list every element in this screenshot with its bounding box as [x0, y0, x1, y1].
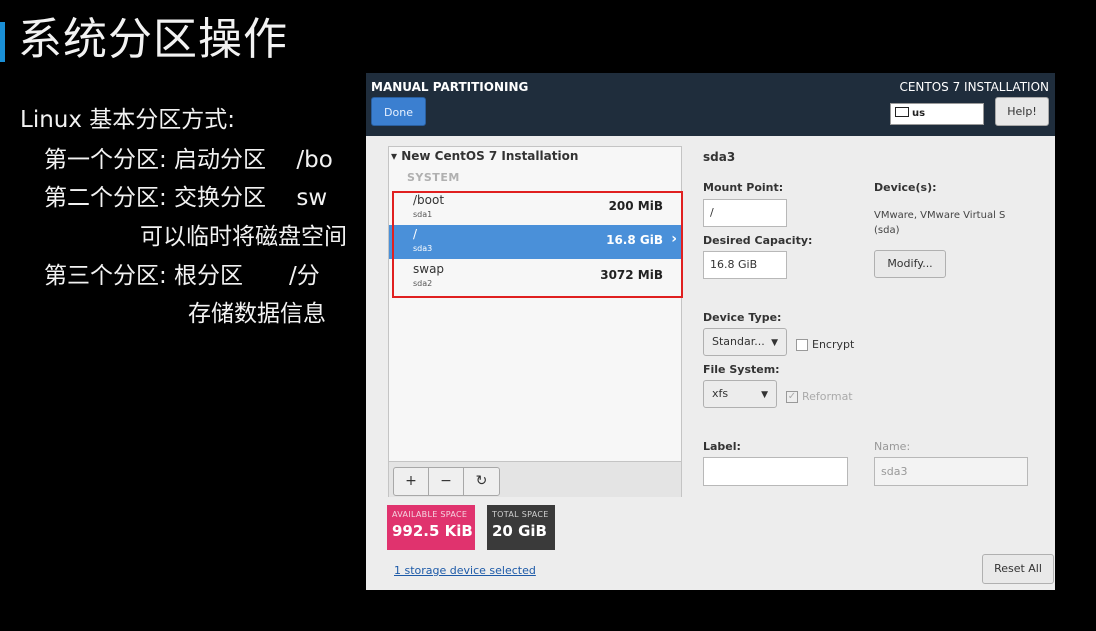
mount-point-label: Mount Point:	[703, 181, 784, 194]
total-space-value: 20 GiB	[492, 522, 547, 540]
slide-bullet-4: 可以临时将磁盘空间	[140, 224, 347, 250]
slide-title: 系统分区操作	[18, 14, 288, 65]
expander-triangle-icon: ▾	[391, 149, 402, 163]
remove-partition-button[interactable]: −	[429, 468, 464, 495]
available-space-value: 992.5 KiB	[392, 522, 473, 540]
available-space-badge: AVAILABLE SPACE 992.5 KiB	[387, 505, 475, 550]
partitions-panel: ▾ New CentOS 7 Installation SYSTEM /boot…	[388, 146, 683, 497]
product-title: CENTOS 7 INSTALLATION	[899, 80, 1049, 94]
slide-bullet-1: Linux 基本分区方式:	[20, 107, 236, 133]
done-button[interactable]: Done	[371, 97, 426, 126]
modify-button[interactable]: Modify...	[874, 250, 946, 278]
device-type-value: Standar...	[712, 335, 765, 348]
keyboard-icon	[895, 107, 909, 117]
help-button[interactable]: Help!	[995, 97, 1049, 126]
highlight-box	[392, 191, 683, 298]
desired-capacity-input[interactable]: 16.8 GiB	[703, 251, 787, 279]
reformat-label: Reformat	[802, 390, 853, 403]
label-input[interactable]	[703, 457, 848, 486]
mount-point-input[interactable]: /	[703, 199, 787, 227]
reset-all-button[interactable]: Reset All	[982, 554, 1054, 584]
screen-title: MANUAL PARTITIONING	[371, 80, 529, 94]
storage-device-link[interactable]: 1 storage device selected	[394, 564, 536, 577]
slide-bullet-6: 存储数据信息	[188, 301, 326, 327]
device-type-label: Device Type:	[703, 311, 782, 324]
slide-bullet-5: 第三个分区: 根分区 /分	[44, 263, 320, 289]
available-space-label: AVAILABLE SPACE	[392, 510, 468, 519]
file-system-select[interactable]: xfs ▼	[703, 380, 777, 408]
slide-bullet-2: 第一个分区: 启动分区 /bo	[44, 147, 333, 173]
file-system-value: xfs	[712, 387, 729, 400]
partition-toolbar: + − ↻	[389, 461, 681, 497]
name-input[interactable]: sda3	[874, 457, 1028, 486]
encrypt-label: Encrypt	[812, 338, 855, 351]
keyboard-layout-indicator[interactable]: us	[890, 103, 984, 125]
system-section-label: SYSTEM	[407, 171, 460, 184]
reformat-checkbox[interactable]: ✓	[786, 391, 798, 403]
name-field-label: Name:	[874, 440, 911, 453]
dropdown-arrow-icon: ▼	[771, 338, 778, 348]
total-space-label: TOTAL SPACE	[492, 510, 549, 519]
file-system-label: File System:	[703, 363, 780, 376]
window-header: MANUAL PARTITIONING Done CENTOS 7 INSTAL…	[366, 73, 1055, 136]
installation-expander[interactable]: ▾ New CentOS 7 Installation	[391, 149, 578, 163]
partition-details-title: sda3	[703, 150, 736, 164]
device-type-select[interactable]: Standar... ▼	[703, 328, 787, 356]
encrypt-checkbox[interactable]	[796, 339, 808, 351]
devices-label: Device(s):	[874, 181, 937, 194]
refresh-button[interactable]: ↻	[464, 468, 499, 495]
dropdown-arrow-icon: ▼	[761, 390, 768, 400]
partition-button-group: + − ↻	[393, 467, 500, 496]
total-space-badge: TOTAL SPACE 20 GiB	[487, 505, 555, 550]
devices-value: VMware, VMware Virtual S (sda)	[874, 210, 1006, 236]
add-partition-button[interactable]: +	[394, 468, 429, 495]
slide-bullet-3: 第二个分区: 交换分区 sw	[44, 185, 328, 211]
slide-accent-bar	[0, 22, 5, 62]
desired-capacity-label: Desired Capacity:	[703, 234, 813, 247]
installation-title: New CentOS 7 Installation	[401, 149, 579, 163]
manual-partitioning-window: MANUAL PARTITIONING Done CENTOS 7 INSTAL…	[366, 73, 1055, 590]
label-field-label: Label:	[703, 440, 741, 453]
keyboard-layout-value: us	[912, 108, 926, 119]
